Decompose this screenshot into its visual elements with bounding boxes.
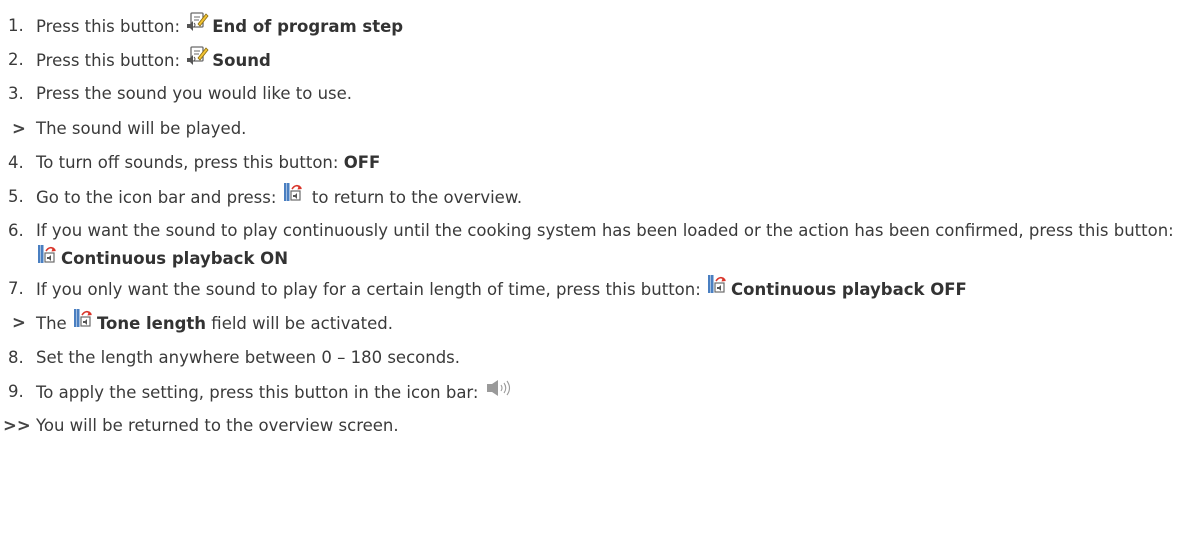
step-instruction: Go to the icon bar and press: (36, 188, 282, 208)
continuous-playback-icon (708, 272, 728, 306)
step-instruction: To turn off sounds, press this button: (36, 152, 344, 172)
step-1: 1. Press this button: End of program ste… (0, 9, 1188, 43)
step-number: 7. (8, 279, 24, 299)
step-number: 8. (8, 347, 24, 367)
step-2: 2. Press this button: Sound (0, 43, 1188, 77)
step-instruction: If you want the sound to play continuous… (36, 221, 1174, 241)
step-6: 6. If you want the sound to play continu… (0, 214, 1188, 272)
step-number: 2. (8, 50, 24, 70)
button-name-sound: Sound (212, 51, 271, 71)
step-text: Press this button: Sound (36, 43, 271, 80)
step-text: Press this button: End of program step (36, 9, 403, 46)
step-3: 3. Press the sound you would like to use… (0, 77, 1188, 111)
step-5: 5. Go to the icon bar and press: to retu… (0, 180, 1188, 214)
button-name-off: OFF (343, 152, 381, 172)
step-number: 6. (8, 221, 24, 241)
tone-length-icon (73, 306, 94, 340)
button-name-end-of-program-step: End of program step (212, 17, 404, 37)
edit-sound-icon (187, 9, 209, 43)
step-number: 1. (8, 16, 24, 35)
continuous-playback-icon (38, 244, 58, 272)
step-text: If you only want the sound to play for a… (36, 272, 967, 309)
result-1: > The sound will be played. (0, 112, 1188, 146)
button-name-continuous-playback-off: Continuous playback OFF (731, 280, 967, 300)
final-result: >> You will be returned to the overview … (0, 409, 1188, 443)
step-text: If you want the sound to play continuous… (36, 218, 1186, 275)
step-instruction: To apply the setting, press this button … (36, 382, 484, 402)
result-text-start: The (36, 314, 72, 334)
step-instruction-end: to return to the overview. (306, 188, 523, 208)
final-result-text: You will be returned to the overview scr… (36, 415, 399, 435)
result-marker: > (12, 313, 26, 333)
step-text: Press the sound you would like to use. (36, 84, 353, 104)
result-text-end: field will be activated. (206, 314, 393, 334)
result-text: The sound will be played. (36, 118, 247, 138)
button-name-continuous-playback-on: Continuous playback ON (61, 249, 289, 269)
step-text: Go to the icon bar and press: to return … (36, 180, 522, 217)
field-name-tone-length: Tone length (96, 314, 207, 334)
step-number: 4. (8, 152, 24, 172)
step-instruction: If you only want the sound to play for a… (36, 280, 707, 300)
result-text: The Tone length field will be activated. (36, 306, 393, 343)
final-result-marker: >> (3, 415, 31, 435)
speaker-sound-icon (486, 375, 514, 409)
step-text: Set the length anywhere between 0 – 180 … (36, 347, 461, 367)
step-number: 9. (8, 381, 24, 401)
step-4: 4. To turn off sounds, press this button… (0, 146, 1188, 180)
step-7: 7. If you only want the sound to play fo… (0, 272, 1188, 306)
step-instruction: Press this button: (36, 17, 186, 37)
step-number: 3. (8, 84, 24, 104)
result-2: > The Tone length field will be activate… (0, 306, 1188, 340)
return-sound-icon (283, 180, 304, 214)
instruction-steps: 1. Press this button: End of program ste… (0, 9, 1188, 443)
result-marker: > (12, 118, 26, 138)
step-text: To turn off sounds, press this button: O… (36, 146, 380, 180)
step-number: 5. (8, 186, 24, 206)
step-8: 8. Set the length anywhere between 0 – 1… (0, 341, 1188, 375)
step-instruction: Press this button: (36, 51, 186, 71)
step-text: To apply the setting, press this button … (36, 375, 517, 412)
edit-sound-icon (187, 43, 209, 77)
step-9: 9. To apply the setting, press this butt… (0, 375, 1188, 409)
